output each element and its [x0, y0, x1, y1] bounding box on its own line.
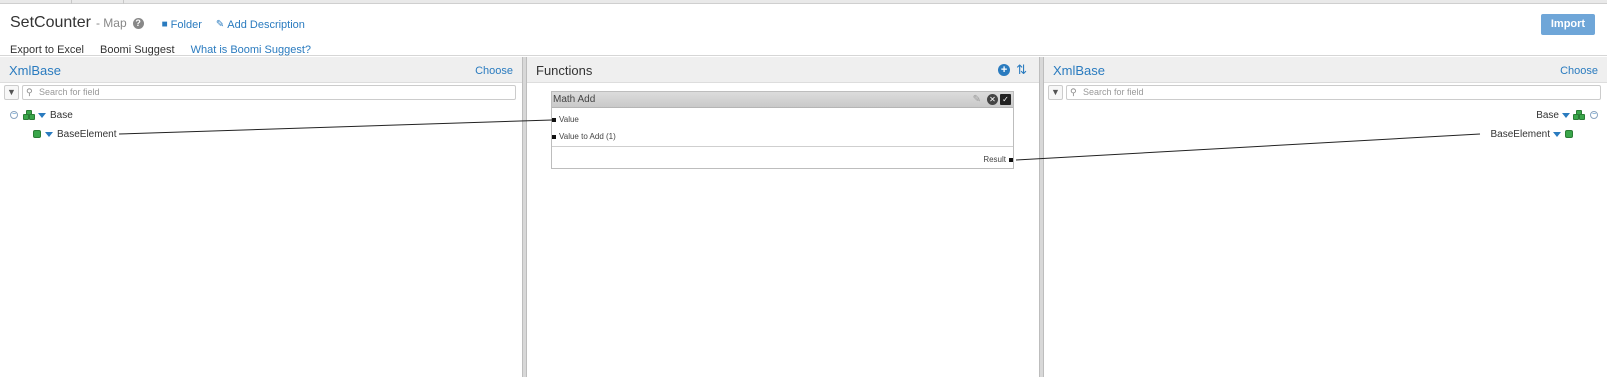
dropdown-arrow-icon[interactable] — [1562, 112, 1570, 118]
destination-tree-child[interactable]: BaseElement — [1491, 127, 1573, 141]
destination-root-label: Base — [1536, 109, 1559, 121]
source-tree-root[interactable]: − Base — [10, 108, 73, 122]
output-port[interactable] — [1009, 157, 1013, 162]
source-panel-header: XmlBase Choose — [0, 57, 522, 83]
function-name: Math Add — [553, 94, 596, 105]
source-search-row: ▼ ⚲ Search for field — [0, 83, 522, 103]
function-input-value: Value — [552, 115, 579, 124]
source-search-placeholder: Search for field — [39, 87, 100, 97]
export-to-excel-link[interactable]: Export to Excel — [10, 44, 84, 56]
collapse-icon[interactable]: − — [10, 111, 18, 119]
source-tree-child[interactable]: BaseElement — [33, 127, 116, 141]
search-icon: ⚲ — [26, 87, 33, 97]
dropdown-arrow-icon[interactable] — [45, 131, 53, 137]
pencil-icon: ✎ — [215, 19, 225, 30]
source-child-label: BaseElement — [57, 128, 117, 140]
filter-icon[interactable]: ▼ — [1048, 85, 1063, 100]
sub-toolbar: Export to Excel Boomi Suggest What is Bo… — [10, 44, 311, 56]
element-icon — [33, 130, 41, 138]
destination-choose-link[interactable]: Choose — [1560, 65, 1598, 77]
input-port[interactable] — [552, 134, 556, 139]
add-description-link[interactable]: ✎ Add Description — [216, 19, 305, 31]
function-card[interactable]: Math Add ✎ ✕ ✓ Value Value to Add (1) Re… — [551, 91, 1014, 169]
title-row: SetCounter - Map ? ■ Folder ✎ Add Descri… — [10, 14, 305, 32]
destination-profile-title[interactable]: XmlBase — [1053, 63, 1105, 78]
dropdown-arrow-icon[interactable] — [38, 112, 46, 118]
destination-panel-header: XmlBase Choose — [1044, 57, 1607, 83]
checkbox-icon[interactable]: ✓ — [1000, 94, 1011, 105]
folder-label: Folder — [170, 18, 202, 31]
input-port[interactable] — [552, 117, 556, 122]
close-icon[interactable]: ✕ — [987, 94, 998, 105]
what-is-boomi-suggest-link[interactable]: What is Boomi Suggest? — [191, 44, 311, 56]
destination-search-row: ▼ ⚲ Search for field — [1044, 83, 1607, 103]
dropdown-arrow-icon[interactable] — [1553, 131, 1561, 137]
input-label: Value — [559, 115, 579, 124]
source-root-label: Base — [50, 109, 73, 121]
folder-icon: ■ — [161, 19, 168, 30]
map-editor: SetCounter - Map ? ■ Folder ✎ Add Descri… — [0, 0, 1607, 377]
functions-panel: Functions + ⇅ Math Add ✎ ✕ ✓ Value Value… — [527, 57, 1039, 377]
source-choose-link[interactable]: Choose — [475, 65, 513, 77]
output-label: Result — [983, 155, 1006, 164]
pencil-icon[interactable]: ✎ — [973, 94, 981, 105]
destination-search-placeholder: Search for field — [1083, 87, 1144, 97]
functions-panel-header: Functions + ⇅ — [527, 57, 1039, 83]
element-group-icon — [23, 110, 35, 120]
function-output-result: Result — [983, 155, 1013, 164]
folder-link[interactable]: ■ Folder — [162, 19, 202, 31]
element-group-icon — [1573, 110, 1585, 120]
header: SetCounter - Map ? ■ Folder ✎ Add Descri… — [0, 4, 1607, 56]
source-search-input[interactable]: ⚲ Search for field — [22, 85, 516, 100]
filter-icon[interactable]: ▼ — [4, 85, 19, 100]
function-card-header: Math Add ✎ ✕ ✓ — [552, 92, 1013, 108]
destination-tree-root[interactable]: Base − — [1536, 108, 1598, 122]
help-icon[interactable]: ? — [132, 18, 144, 29]
destination-child-label: BaseElement — [1490, 128, 1550, 140]
function-input-value-to-add: Value to Add (1) — [552, 132, 616, 141]
destination-profile-panel: XmlBase Choose ▼ ⚲ Search for field Base… — [1044, 57, 1607, 377]
add-description-label: Add Description — [227, 18, 305, 31]
source-profile-title[interactable]: XmlBase — [9, 63, 61, 78]
functions-toolbar: + ⇅ — [998, 63, 1027, 76]
import-button[interactable]: Import — [1541, 14, 1595, 35]
sort-icon[interactable]: ⇅ — [1016, 63, 1027, 76]
collapse-icon[interactable]: − — [1590, 111, 1598, 119]
search-icon: ⚲ — [1070, 87, 1077, 97]
page-title: SetCounter — [10, 14, 91, 31]
functions-title: Functions — [536, 63, 593, 78]
boomi-suggest-link[interactable]: Boomi Suggest — [100, 44, 175, 56]
source-profile-panel: XmlBase Choose ▼ ⚲ Search for field − Ba… — [0, 57, 522, 377]
input-label: Value to Add (1) — [559, 132, 616, 141]
page-subtitle: - Map — [95, 16, 127, 30]
add-function-icon[interactable]: + — [998, 63, 1011, 76]
divider — [552, 146, 1013, 147]
element-icon — [1565, 130, 1573, 138]
destination-search-input[interactable]: ⚲ Search for field — [1066, 85, 1601, 100]
